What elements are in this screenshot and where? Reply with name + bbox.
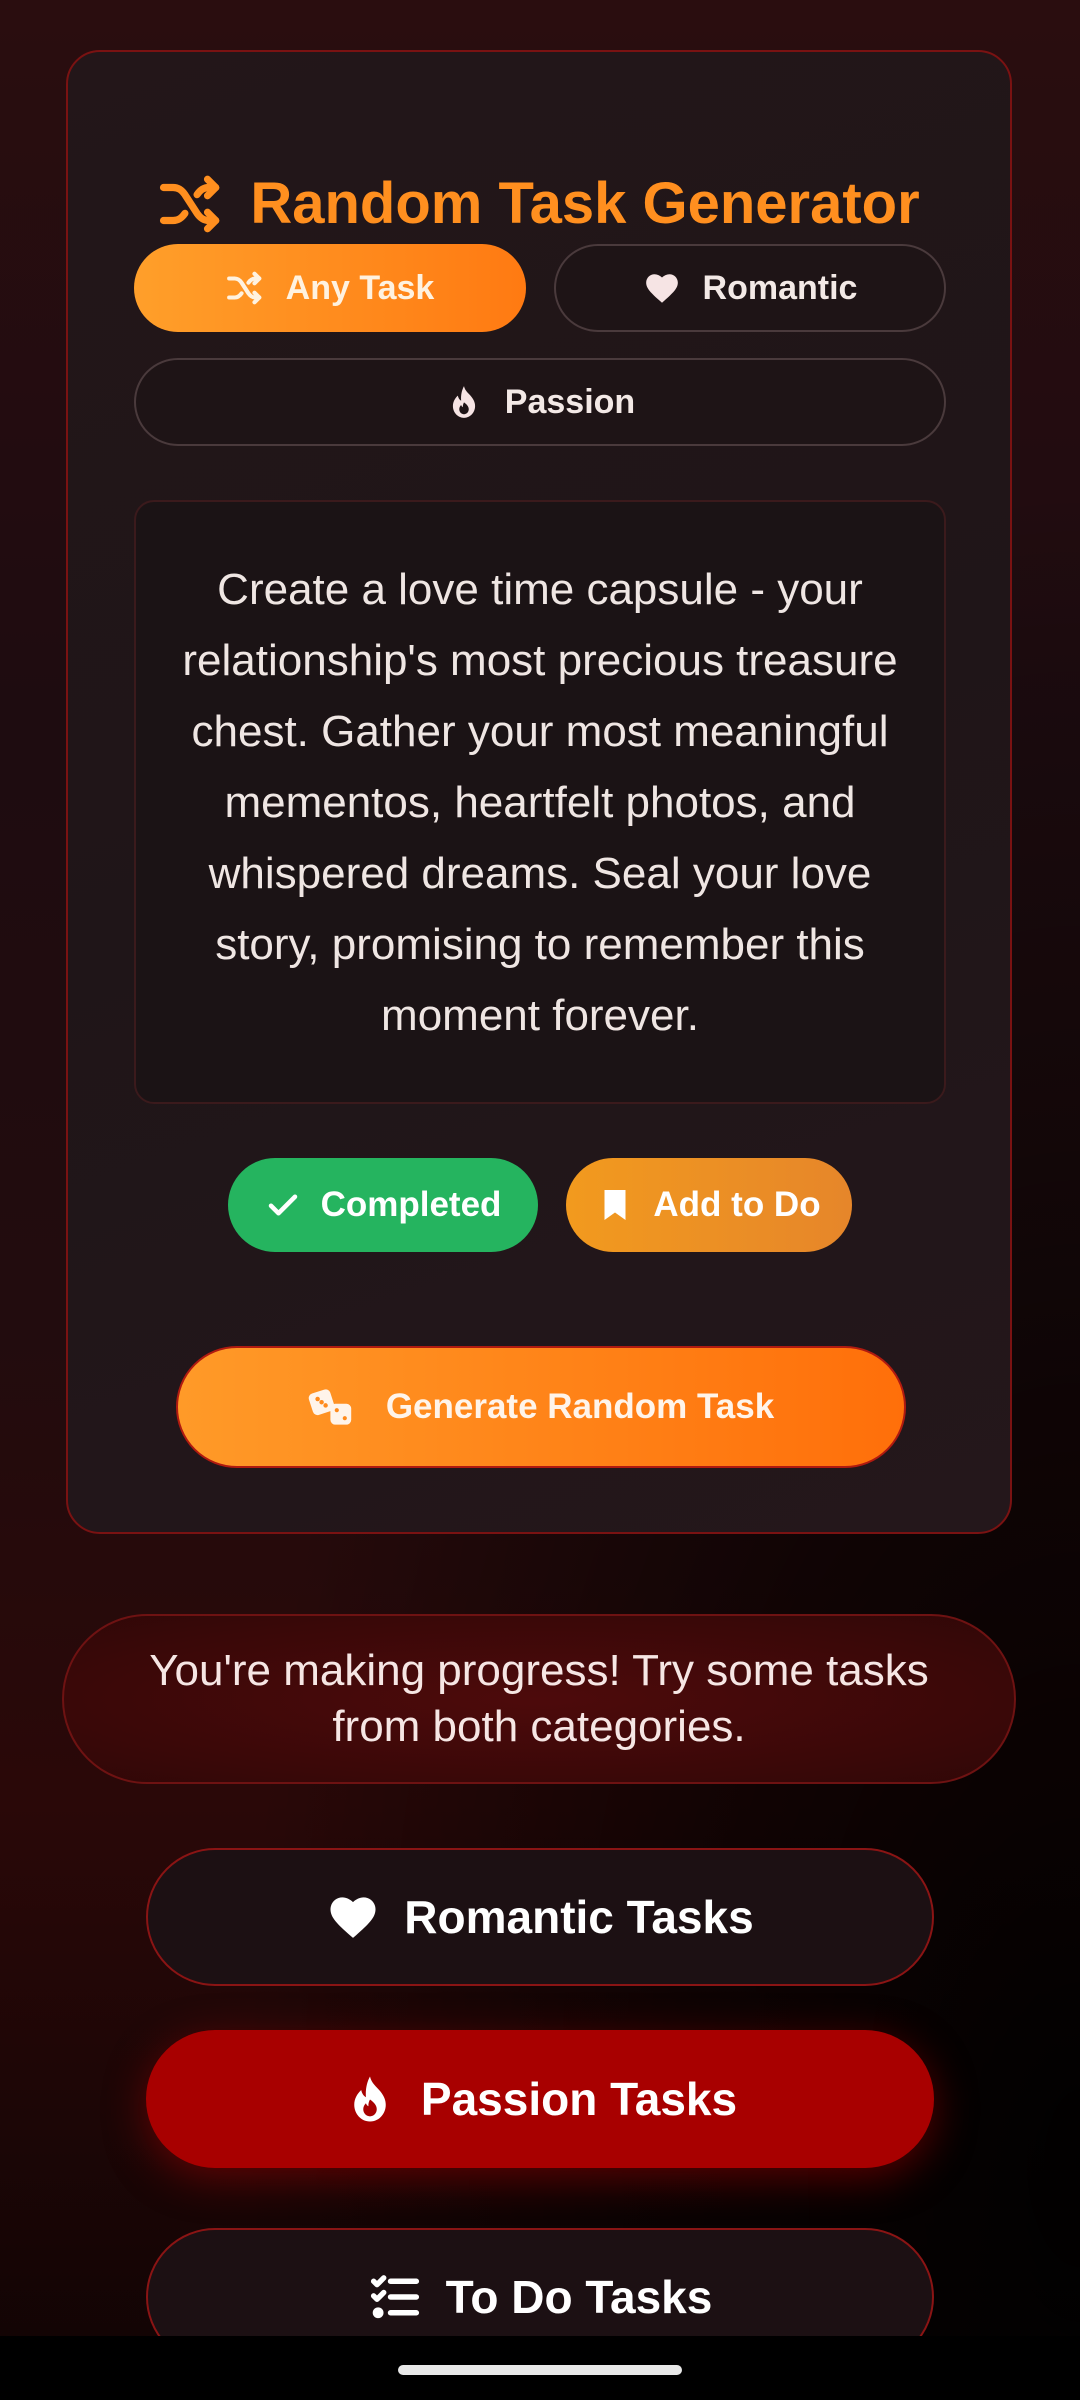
passion-tasks-label: Passion Tasks [420,2073,738,2125]
generate-random-task-button[interactable]: Generate Random Task [176,1346,906,1468]
passion-tasks-button[interactable]: Passion Tasks [146,2030,934,2168]
add-to-do-label: Add to Do [653,1185,821,1224]
dice-icon [308,1389,352,1425]
to-do-tasks-label: To Do Tasks [445,2271,713,2323]
fire-icon [354,2076,386,2122]
romantic-tasks-label: Romantic Tasks [404,1891,754,1943]
progress-message: You're making progress! Try some tasks f… [62,1614,1016,1784]
heart-icon [645,274,678,303]
shuffle-icon [160,175,220,232]
add-to-do-button[interactable]: Add to Do [566,1158,852,1252]
completed-label: Completed [320,1185,502,1224]
home-gesture-handle[interactable] [398,2365,682,2375]
heart-icon [330,1897,376,1938]
filter-romantic[interactable]: Romantic [554,244,946,332]
filter-any-task[interactable]: Any Task [134,244,526,332]
romantic-tasks-button[interactable]: Romantic Tasks [146,1848,934,1986]
filter-passion[interactable]: Passion [134,358,946,446]
page-title: Random Task Generator [68,170,1010,237]
check-icon [268,1194,297,1216]
bookmark-icon [604,1190,626,1220]
progress-text: You're making progress! Try some tasks f… [149,1646,929,1751]
task-description: Create a love time capsule - your relati… [182,564,898,1040]
page-title-text: Random Task Generator [250,171,920,236]
filter-label: Romantic [702,268,858,307]
completed-button[interactable]: Completed [228,1158,538,1252]
task-card: Create a love time capsule - your relati… [134,500,946,1104]
checklist-icon [370,2275,419,2319]
filter-label: Passion [504,382,636,421]
generate-label: Generate Random Task [385,1387,775,1426]
filter-label: Any Task [285,268,435,307]
fire-icon [452,386,475,418]
shuffle-icon [226,271,261,305]
